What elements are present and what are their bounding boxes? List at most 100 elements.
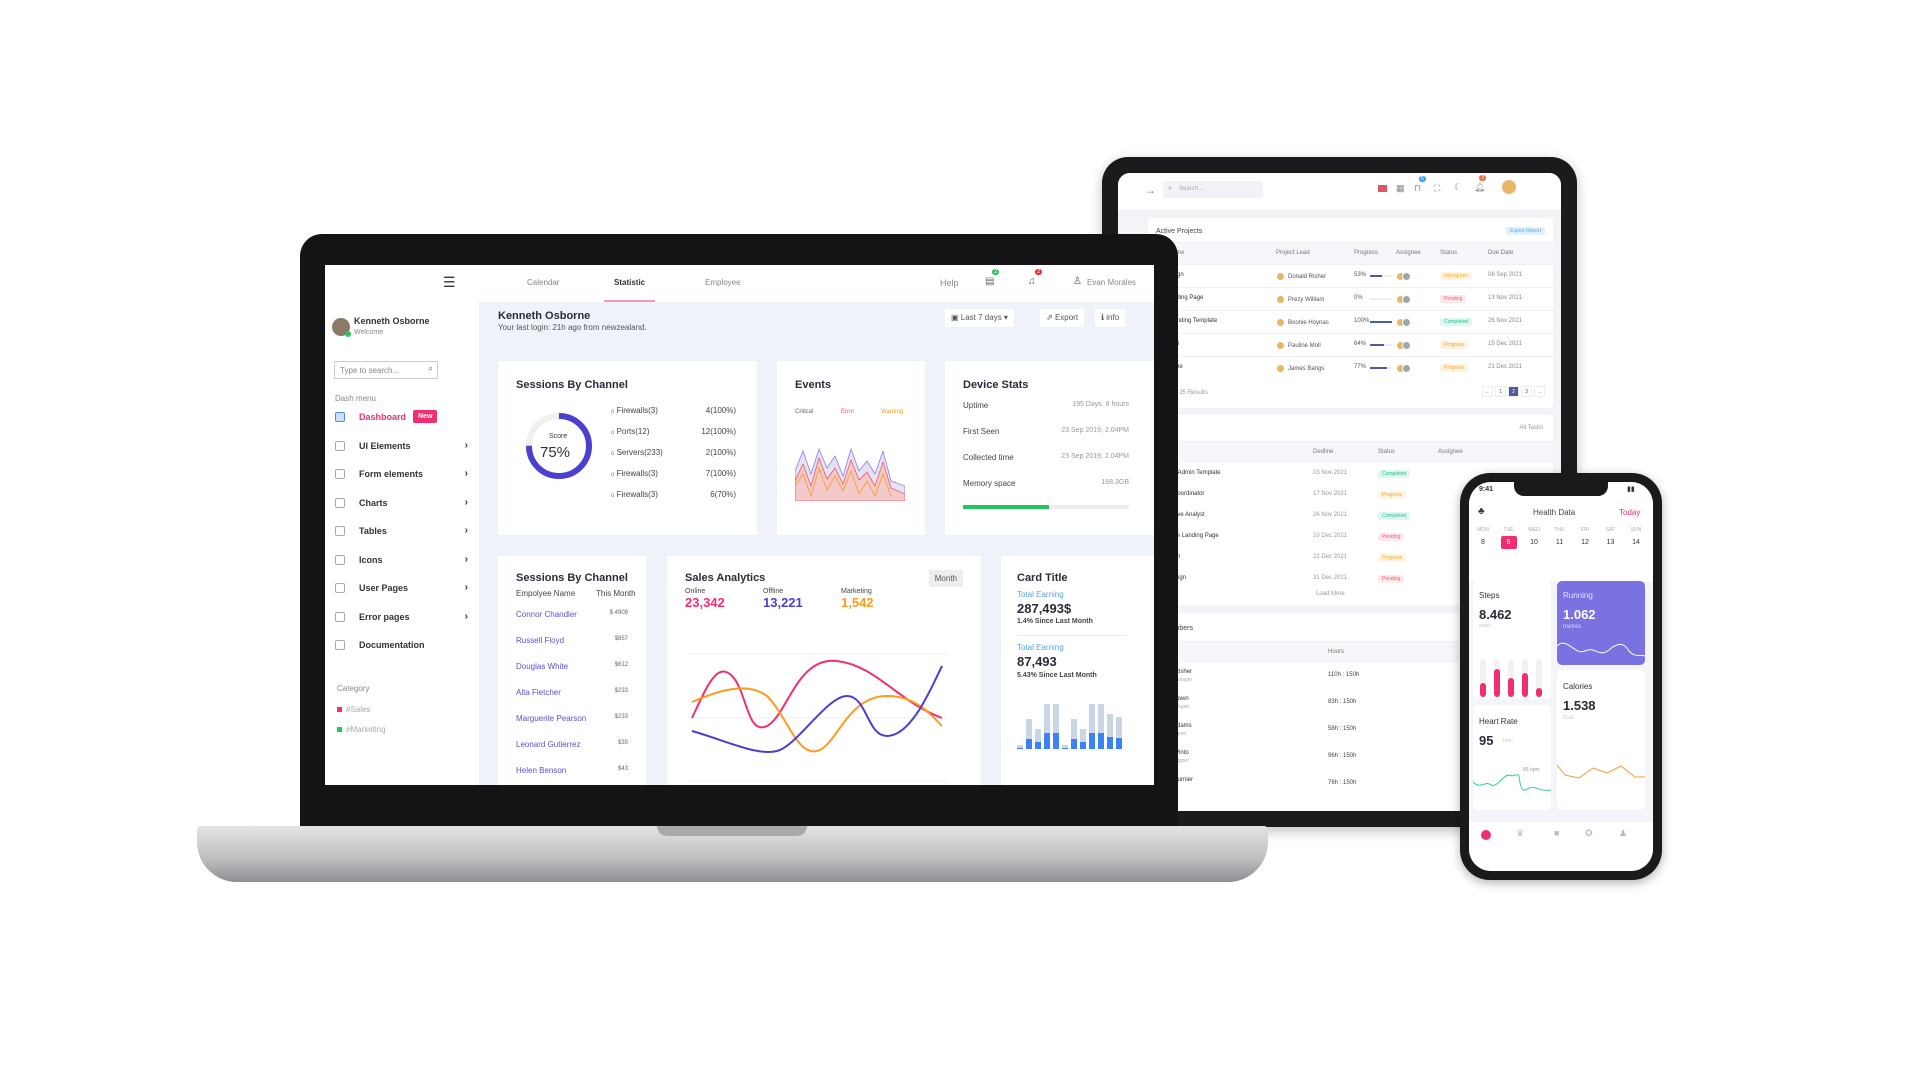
employee-row[interactable]: Connor Chandler $ 4909 — [516, 610, 628, 619]
chevron-right-icon: › — [464, 525, 468, 536]
day-wed[interactable]: WED 10 — [1526, 527, 1542, 549]
project-row[interactable]: e Wireframe James Bangs 77% Progress 21 … — [1148, 356, 1553, 378]
export-report-button[interactable]: Export Report — [1506, 227, 1545, 235]
sidebar-item-documentation[interactable]: Documentation — [335, 637, 470, 657]
day-mon[interactable]: MON 8 — [1475, 527, 1491, 549]
laptop-base — [197, 826, 1268, 882]
notif-badge: 3 — [1479, 175, 1486, 181]
help-link[interactable]: Help — [940, 278, 959, 288]
sidebar-item-tables[interactable]: Tables › — [335, 523, 470, 543]
sidebar-item-ui-elements[interactable]: UI Elements › — [335, 438, 470, 458]
cart-icon[interactable]: ⊓ — [1414, 183, 1421, 194]
hamburger-menu-icon[interactable]: ☰ — [443, 274, 456, 291]
employee-row[interactable]: Douglas White $612 — [516, 662, 628, 671]
avatar — [1276, 318, 1285, 327]
period-button[interactable]: Month — [928, 570, 963, 587]
project-row[interactable]: urpose Landing Template Boonie Hoynas 10… — [1148, 310, 1553, 332]
load-more-link[interactable]: Load More — [1316, 591, 1345, 597]
nav-profile-icon[interactable]: ♟ — [1619, 828, 1627, 839]
page-button[interactable]: → — [1534, 386, 1545, 397]
page-button[interactable]: 2 — [1508, 386, 1519, 397]
nav-video-icon[interactable]: ■ — [1554, 828, 1559, 838]
search-icon: ⌕ — [428, 364, 433, 373]
today-button[interactable]: Today — [1619, 508, 1640, 517]
tab-statistic[interactable]: Statistic — [604, 265, 656, 302]
channel-item: o Firewalls(3) 7(100%) — [611, 469, 736, 478]
bell-icon[interactable]: ♫ — [1028, 276, 1036, 287]
legend-critical: Critical — [795, 409, 814, 415]
employee-row[interactable]: Russell Floyd $857 — [516, 636, 628, 645]
moon-icon[interactable]: ☾ — [1454, 182, 1462, 193]
chevron-right-icon: › — [464, 610, 468, 622]
bar — [1071, 719, 1077, 749]
page-button[interactable]: ← — [1482, 386, 1493, 397]
bar — [1035, 729, 1041, 749]
column-header: Empolyee Name — [516, 589, 576, 598]
menu-icon — [335, 611, 345, 622]
device-stats-card: Device Stats Uptime 195 Days, 8 hours Firs… — [945, 361, 1154, 535]
events-card: Events Critical Error Warning — [777, 361, 925, 535]
sidebar-item-user-pages[interactable]: User Pages › — [335, 580, 470, 600]
employee-row[interactable]: Helen Benson $43 — [516, 766, 628, 775]
card-title: Active Projects — [1156, 228, 1203, 235]
project-row[interactable]: Application Pauline Moll 64% Progress 15… — [1148, 333, 1553, 355]
online-status-dot — [345, 331, 351, 337]
bar — [1053, 704, 1059, 749]
nav-star-icon[interactable]: ✪ — [1585, 828, 1593, 839]
export-button[interactable]: ⇗ Export — [1040, 309, 1085, 327]
bar — [1089, 704, 1095, 749]
bell-icon[interactable]: ♣ — [1478, 506, 1485, 517]
earning-label: Total Earning — [1017, 643, 1064, 652]
tablet-search-input[interactable]: ⌕ Search... — [1163, 181, 1263, 198]
user-icon: ♙ — [1073, 276, 1082, 287]
legend-error: Error — [841, 409, 855, 415]
sidebar-item-error-pages[interactable]: Error pages › — [335, 609, 470, 629]
employee-row[interactable]: Alta Fletcher $233 — [516, 688, 628, 697]
status-badge: Completed — [1440, 318, 1473, 326]
sidebar-item-charts[interactable]: Charts › — [335, 495, 470, 515]
table-header: Project NameProject LeadProgressAssignee… — [1148, 242, 1553, 264]
tab-employee[interactable]: Employee — [695, 265, 751, 302]
nav-trophy-icon[interactable]: ♛ — [1516, 828, 1524, 839]
flag-icon[interactable] — [1378, 185, 1387, 192]
tab-calendar[interactable]: Calendar — [517, 265, 569, 302]
bottom-nav: ♛ ■ ✪ ♟ — [1469, 822, 1653, 871]
message-icon[interactable]: ▤ — [985, 276, 994, 287]
page-button[interactable]: 3 — [1521, 386, 1532, 397]
project-row[interactable]: sign - Landing Page Prezy William 0% Pen… — [1148, 287, 1553, 309]
bell-icon[interactable]: 🔔︎ — [1474, 182, 1485, 193]
chevron-right-icon: › — [464, 439, 468, 451]
sidebar-search-input[interactable]: Type to search... ⌕ — [334, 361, 438, 379]
nav-activity-icon[interactable] — [1481, 830, 1491, 840]
employee-row[interactable]: Marguerite Pearson $233 — [516, 714, 628, 723]
apps-grid-icon[interactable]: ▦ — [1396, 183, 1405, 194]
day-fri[interactable]: FRI 12 — [1577, 527, 1593, 549]
arrow-right-icon[interactable]: → — [1144, 183, 1156, 197]
marketing-series — [691, 687, 943, 753]
menu-icon — [335, 412, 345, 422]
day-tue[interactable]: TUE 9 — [1500, 527, 1517, 549]
fullscreen-icon[interactable]: ⛶ — [1434, 183, 1440, 194]
info-button[interactable]: ℹ info — [1095, 309, 1126, 327]
bar — [1116, 717, 1122, 749]
sidebar-item-icons[interactable]: Icons › — [335, 552, 470, 572]
category-item[interactable]: #Sales — [337, 705, 370, 714]
category-item[interactable]: #Marketing — [337, 725, 386, 734]
day-thu[interactable]: THU 11 — [1552, 527, 1568, 549]
page-button[interactable]: 1 — [1495, 386, 1506, 397]
step-bar — [1508, 659, 1514, 697]
day-sat[interactable]: SAT 13 — [1603, 527, 1619, 549]
day-sun[interactable]: SUN 14 — [1628, 527, 1644, 549]
avatar[interactable] — [1502, 180, 1516, 194]
date-range-dropdown[interactable]: ▣ Last 7 days ▾ — [945, 309, 1014, 327]
employee-row[interactable]: Leonard Gutierrez $35 — [516, 740, 628, 749]
heart-rate-card: Heart Rate 95 bpm 85 bpm — [1473, 705, 1551, 810]
sidebar-item-dashboard[interactable]: Dashboard New — [335, 409, 470, 429]
user-name[interactable]: Evan Morales — [1087, 278, 1136, 287]
running-value: 1.062 — [1563, 607, 1596, 622]
task-filter-dropdown[interactable]: All Tasks — [1519, 425, 1543, 431]
sidebar-item-form-elements[interactable]: Form elements › — [335, 466, 470, 486]
project-row[interactable]: Logo Design Donald Risher 53% Inprogress… — [1148, 264, 1553, 286]
employee-sessions-card: Sessions By Channel Empolyee Name This M… — [498, 556, 646, 785]
earnings-bar-chart — [1017, 704, 1127, 749]
